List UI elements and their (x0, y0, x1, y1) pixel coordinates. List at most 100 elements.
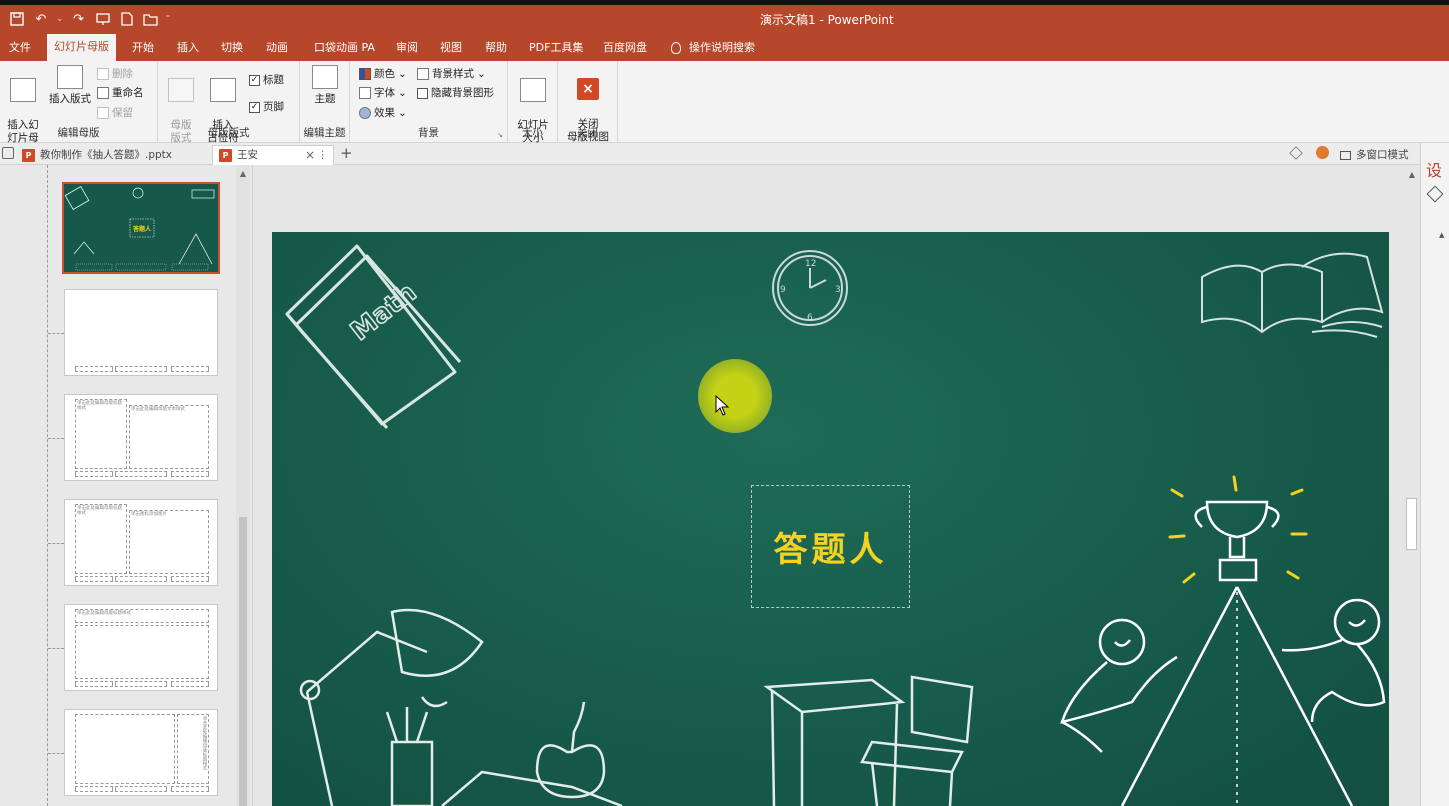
insert-placeholder-icon (210, 78, 236, 102)
footer-check-icon: ✓ (249, 101, 260, 113)
master-thumbnail-art: 答题人 (64, 186, 215, 271)
doc-tab-2[interactable]: P 王安 × ⋮ (212, 145, 334, 165)
content-placeholder: 单击此处编辑母版文本样式 (129, 405, 209, 469)
title-checkbox[interactable]: ✓ 标题 (249, 72, 284, 88)
footer-placeholder (75, 471, 113, 477)
delete-icon (97, 68, 109, 80)
thumbnail-scrollbar[interactable]: ▲ (236, 165, 250, 806)
settings-gear-icon[interactable] (1316, 146, 1329, 159)
footer-checkbox[interactable]: ✓ 页脚 (249, 99, 284, 115)
preserve-icon (97, 107, 109, 119)
vertical-title-placeholder: 单击此处编辑母版标题样式 (177, 714, 209, 784)
background-dialog-launcher-icon[interactable]: ↘ (497, 131, 503, 139)
group-edit-master: 插入幻 灯片母版 插入版式 删除 重命名 保留 编辑母版 (0, 61, 158, 157)
redo-icon[interactable]: ↷ (70, 10, 88, 28)
tab-menu-icon[interactable] (2, 147, 14, 159)
close-tab-icon[interactable]: × (305, 146, 315, 165)
thumbnail-layout-5[interactable]: 单击此处编辑母版标题样式 (48, 604, 218, 691)
tab-file[interactable]: 文件 (5, 37, 35, 61)
canvas-scrollbar[interactable]: ▲ (1404, 165, 1420, 806)
effects-button[interactable]: 效果 ⌄ (359, 105, 407, 121)
rename-button[interactable]: 重命名 (97, 85, 144, 101)
collapse-arrow-icon[interactable]: ▲ (1439, 231, 1444, 239)
customize-toolbar-icon[interactable]: ⁼ (166, 14, 171, 24)
fonts-dropdown-icon: ⌄ (398, 87, 407, 99)
undo-dropdown-icon[interactable]: ⌄ (56, 14, 64, 24)
hide-background-check-icon (417, 87, 428, 99)
trophy-sparkle-icon (1168, 475, 1308, 584)
tab-help[interactable]: 帮助 (481, 37, 511, 61)
open-folder-icon[interactable] (142, 10, 160, 28)
svg-text:Math: Math (345, 278, 422, 347)
thumbnail-layout-6[interactable]: 单击此处编辑母版标题样式 (48, 709, 218, 796)
fonts-button[interactable]: 字体 ⌄ (359, 85, 407, 101)
scroll-up-icon[interactable]: ▲ (236, 167, 250, 181)
background-styles-button[interactable]: 背景样式 ⌄ (417, 66, 486, 82)
quick-access-toolbar: ↶ ⌄ ↷ ⁼ (8, 10, 170, 28)
scroll-up-icon[interactable]: ▲ (1405, 168, 1419, 182)
thumbnail-layout-3[interactable]: 单击此处编辑母版标题样式 单击此处编辑母版文本样式 (48, 394, 218, 481)
save-icon[interactable] (8, 10, 26, 28)
window-title: 演示文稿1 - PowerPoint (760, 13, 894, 27)
footer-placeholder (171, 786, 209, 792)
insert-layout-button[interactable]: 插入版式 (46, 65, 94, 106)
undo-icon[interactable]: ↶ (32, 10, 50, 28)
master-layout-icon (168, 78, 194, 102)
preserve-button[interactable]: 保留 (97, 105, 133, 121)
school-chair-icon (860, 675, 974, 806)
insert-master-icon (10, 78, 36, 102)
tab-slide-master[interactable]: 幻灯片母版 (47, 34, 116, 61)
tab-animations[interactable]: 动画 (262, 37, 292, 61)
hide-background-checkbox[interactable]: 隐藏背景图形 (417, 85, 494, 101)
tell-me-search[interactable]: 操作说明搜索 (667, 37, 759, 61)
tab-transitions[interactable]: 切换 (217, 37, 247, 61)
stacked-books-icon (441, 770, 623, 806)
scrollbar-thumb[interactable] (239, 517, 247, 806)
new-tab-icon[interactable]: + (340, 144, 353, 162)
new-file-icon[interactable] (118, 10, 136, 28)
math-book-icon: Math (285, 244, 462, 429)
footer-placeholder (75, 786, 113, 792)
delete-button[interactable]: 删除 (97, 66, 133, 82)
slide-master-canvas[interactable]: Math 12 3 9 6 答题人 (272, 232, 1389, 806)
thumbnail-layout-4[interactable]: 单击此处编辑母版标题样式 单击图标添加图片 (48, 499, 218, 586)
slide-thumbnail-panel: 答题人 单击此处编辑母版标题样式 单击此处编辑母版文本样式 单击此处编辑母版标题… (0, 165, 253, 806)
trophy-icon (1194, 500, 1280, 582)
effects-label: 效果 (374, 107, 395, 119)
themes-button[interactable]: 主题 (309, 65, 341, 106)
tab-insert[interactable]: 插入 (173, 37, 203, 61)
tab-view[interactable]: 视图 (436, 37, 466, 61)
insert-layout-label: 插入版式 (49, 93, 91, 105)
tab-pdf-tools[interactable]: PDF工具集 (525, 37, 587, 61)
tab-review[interactable]: 审阅 (392, 37, 422, 61)
slide-title-text[interactable]: 答题人 (752, 522, 909, 571)
tab-more-icon[interactable]: ⋮ (318, 146, 329, 165)
pin-icon[interactable] (1289, 146, 1303, 160)
doc-tab-2-label: 王安 (237, 149, 258, 161)
thumbnail-master[interactable]: 答题人 (62, 182, 220, 274)
thumbnail-layout-2[interactable] (48, 289, 218, 376)
background-styles-dropdown-icon: ⌄ (477, 68, 486, 80)
content-placeholder (75, 625, 209, 679)
multi-window-mode-button[interactable]: 多窗口模式 (1340, 145, 1409, 165)
footer-placeholder (171, 366, 209, 372)
group-size: 幻灯片 大小 大小 (508, 61, 558, 144)
title-placeholder-box[interactable]: 答题人 (751, 485, 910, 608)
tab-home[interactable]: 开始 (128, 37, 158, 61)
tab-baidu-netdisk[interactable]: 百度网盘 (599, 37, 651, 61)
themes-label: 主题 (314, 93, 336, 105)
tag-icon[interactable] (1426, 185, 1444, 203)
colors-label: 颜色 (374, 68, 395, 80)
rename-label: 重命名 (112, 87, 144, 99)
scrollbar-thumb[interactable] (1406, 498, 1417, 550)
colors-button[interactable]: 颜色 ⌄ (359, 66, 407, 82)
tab-pocket-animation[interactable]: 口袋动画 PA (310, 37, 379, 61)
fonts-icon (359, 87, 371, 99)
present-icon[interactable] (94, 10, 112, 28)
close-group-label: 关闭 (577, 127, 598, 139)
doc-tab-1[interactable]: P 教你制作《抽人答题》.pptx (22, 145, 172, 165)
title-placeholder: 单击此处编辑母版标题样式 (75, 609, 209, 623)
delete-label: 删除 (112, 68, 133, 80)
clock-icon: 12 3 9 6 (772, 250, 848, 326)
rename-icon (97, 87, 109, 99)
